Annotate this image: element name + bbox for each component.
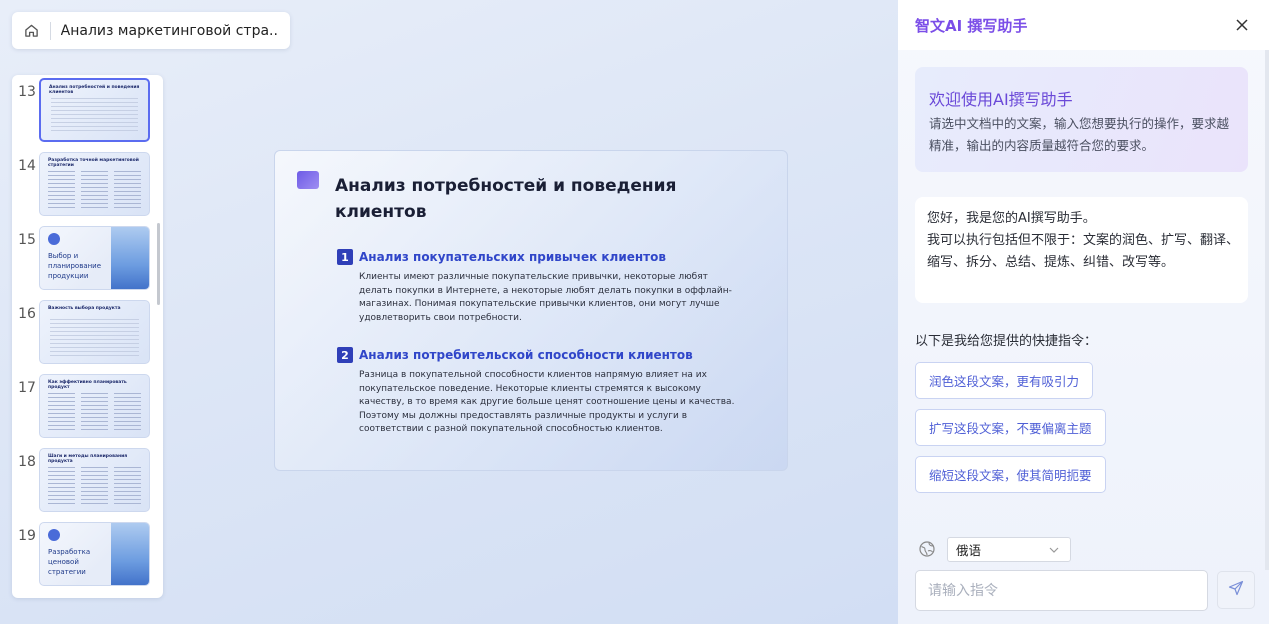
section-image (111, 523, 149, 585)
slide-number: 19 (18, 528, 36, 544)
slide-preview: Как эффективно планировать продукт (39, 374, 150, 438)
slide-number: 17 (18, 380, 36, 396)
slide-preview: Выбор и планирование продукции (39, 226, 150, 290)
slide-number: 15 (18, 232, 36, 248)
slide-preview-title: Как эффективно планировать продукт (48, 380, 127, 390)
slide-preview-title: Разработка точной маркетинговой стратеги… (48, 158, 139, 168)
close-icon[interactable] (1235, 17, 1249, 31)
slide-thumbnail[interactable]: 19 Разработка ценовой стратегии (12, 522, 163, 588)
section-number-badge: 1 (337, 249, 353, 265)
chevron-down-icon (1048, 544, 1060, 556)
slide-preview-title: Анализ потребностей и поведения клиентов (49, 85, 140, 95)
slide-number: 13 (18, 84, 36, 100)
slide-number: 18 (18, 454, 36, 470)
title-divider (49, 21, 51, 40)
panel-scrollbar[interactable] (1265, 50, 1269, 570)
slide-thumbnail[interactable]: 16 Важность выбора продукта (12, 300, 163, 366)
slide-thumbnail[interactable]: 14 Разработка точной маркетинговой страте… (12, 152, 163, 218)
slide-title[interactable]: Анализ потребностей и поведения клиентов (335, 173, 715, 225)
language-select[interactable]: 俄语 (947, 537, 1071, 562)
welcome-title: 欢迎使用AI撰写助手 (929, 90, 1073, 109)
quick-command-polish[interactable]: 润色这段文案，更有吸引力 (915, 362, 1094, 399)
slide-section-2[interactable]: 2 Анализ потребительской способности кли… (337, 347, 737, 437)
document-title[interactable]: Анализ маркетинговой стра... (61, 23, 278, 39)
slide-preview: Разработка ценовой стратегии (39, 522, 150, 586)
document-title-bar: Анализ маркетинговой стра... (12, 12, 290, 49)
slide-preview-title: Важность выбора продукта (48, 306, 121, 311)
slide-number: 14 (18, 158, 36, 174)
assistant-title: 智文AI 撰写助手 (915, 17, 1028, 35)
slide-thumbnail[interactable]: 13 Анализ потребностей и поведения клиент… (12, 78, 163, 144)
home-icon[interactable] (24, 23, 40, 39)
send-button[interactable] (1217, 571, 1255, 609)
slide-thumbnail[interactable]: 15 Выбор и планирование продукции (12, 226, 163, 292)
section-number-badge: 2 (337, 347, 353, 363)
section-number-badge (48, 233, 60, 245)
greeting-text: 您好，我是您的AI撰写助手。 我可以执行包括但不限于：文案的润色、扩写、翻译、缩… (927, 211, 1240, 270)
quick-command-expand[interactable]: 扩写这段文案，不要偏离主题 (915, 409, 1106, 446)
slide-thumbnail-panel: 13 Анализ потребностей и поведения клиент… (12, 75, 163, 598)
slide-preview-columns (48, 393, 141, 431)
slide-preview-columns (48, 467, 141, 505)
slide-preview-title: Выбор и планирование продукции (48, 252, 102, 280)
slide-preview-title: Шаги и методы планирования продукта (48, 454, 128, 464)
welcome-text: 请选中文档中的文案，输入您想要执行的操作，要求越精准，输出的内容质量越符合您的要… (929, 116, 1230, 153)
ai-assistant-panel: 智文AI 撰写助手 欢迎使用AI撰写助手 请选中文档中的文案，输入您想要执行的操… (898, 0, 1269, 624)
slide-thumbnail[interactable]: 17 Как эффективно планировать продукт (12, 374, 163, 440)
section-title: Анализ покупательских привычек клиентов (359, 250, 666, 264)
section-body: Клиенты имеют различные покупательские п… (359, 272, 732, 323)
quick-command-shorten[interactable]: 缩短这段文案，使其简明扼要 (915, 456, 1106, 493)
slide-preview-title: Разработка ценовой стратегии (48, 548, 91, 576)
slide-preview-text (51, 98, 138, 134)
slide-preview-columns (48, 171, 141, 209)
section-body: Разница в покупательной способности клие… (359, 370, 735, 434)
slide-preview: Важность выбора продукта (39, 300, 150, 364)
quick-commands-label: 以下是我给您提供的快捷指令： (915, 334, 1098, 349)
language-icon (918, 540, 936, 558)
slide-number: 16 (18, 306, 36, 322)
assistant-header: 智文AI 撰写助手 (898, 0, 1269, 50)
section-image (111, 227, 149, 289)
slide-canvas[interactable]: Анализ потребностей и поведения клиентов… (274, 150, 788, 471)
slide-section-1[interactable]: 1 Анализ покупательских привычек клиенто… (337, 249, 737, 325)
section-title: Анализ потребительской способности клиен… (359, 348, 693, 362)
send-icon (1228, 580, 1244, 600)
slide-preview: Шаги и методы планирования продукта (39, 448, 150, 512)
slide-preview: Разработка точной маркетинговой стратеги… (39, 152, 150, 216)
assistant-greeting-message: 您好，我是您的AI撰写助手。 我可以执行包括但不限于：文案的润色、扩写、翻译、缩… (915, 197, 1248, 303)
welcome-card: 欢迎使用AI撰写助手 请选中文档中的文案，输入您想要执行的操作，要求越精准，输出… (915, 67, 1248, 172)
slide-preview-text (50, 319, 139, 357)
slide-title-icon (297, 171, 319, 189)
section-number-badge (48, 529, 60, 541)
slide-preview: Анализ потребностей и поведения клиентов (39, 78, 150, 142)
command-input[interactable] (915, 570, 1208, 611)
language-selected-value: 俄语 (956, 543, 982, 558)
thumbnail-scrollbar[interactable] (157, 223, 160, 305)
slide-thumbnail[interactable]: 18 Шаги и методы планирования продукта (12, 448, 163, 514)
